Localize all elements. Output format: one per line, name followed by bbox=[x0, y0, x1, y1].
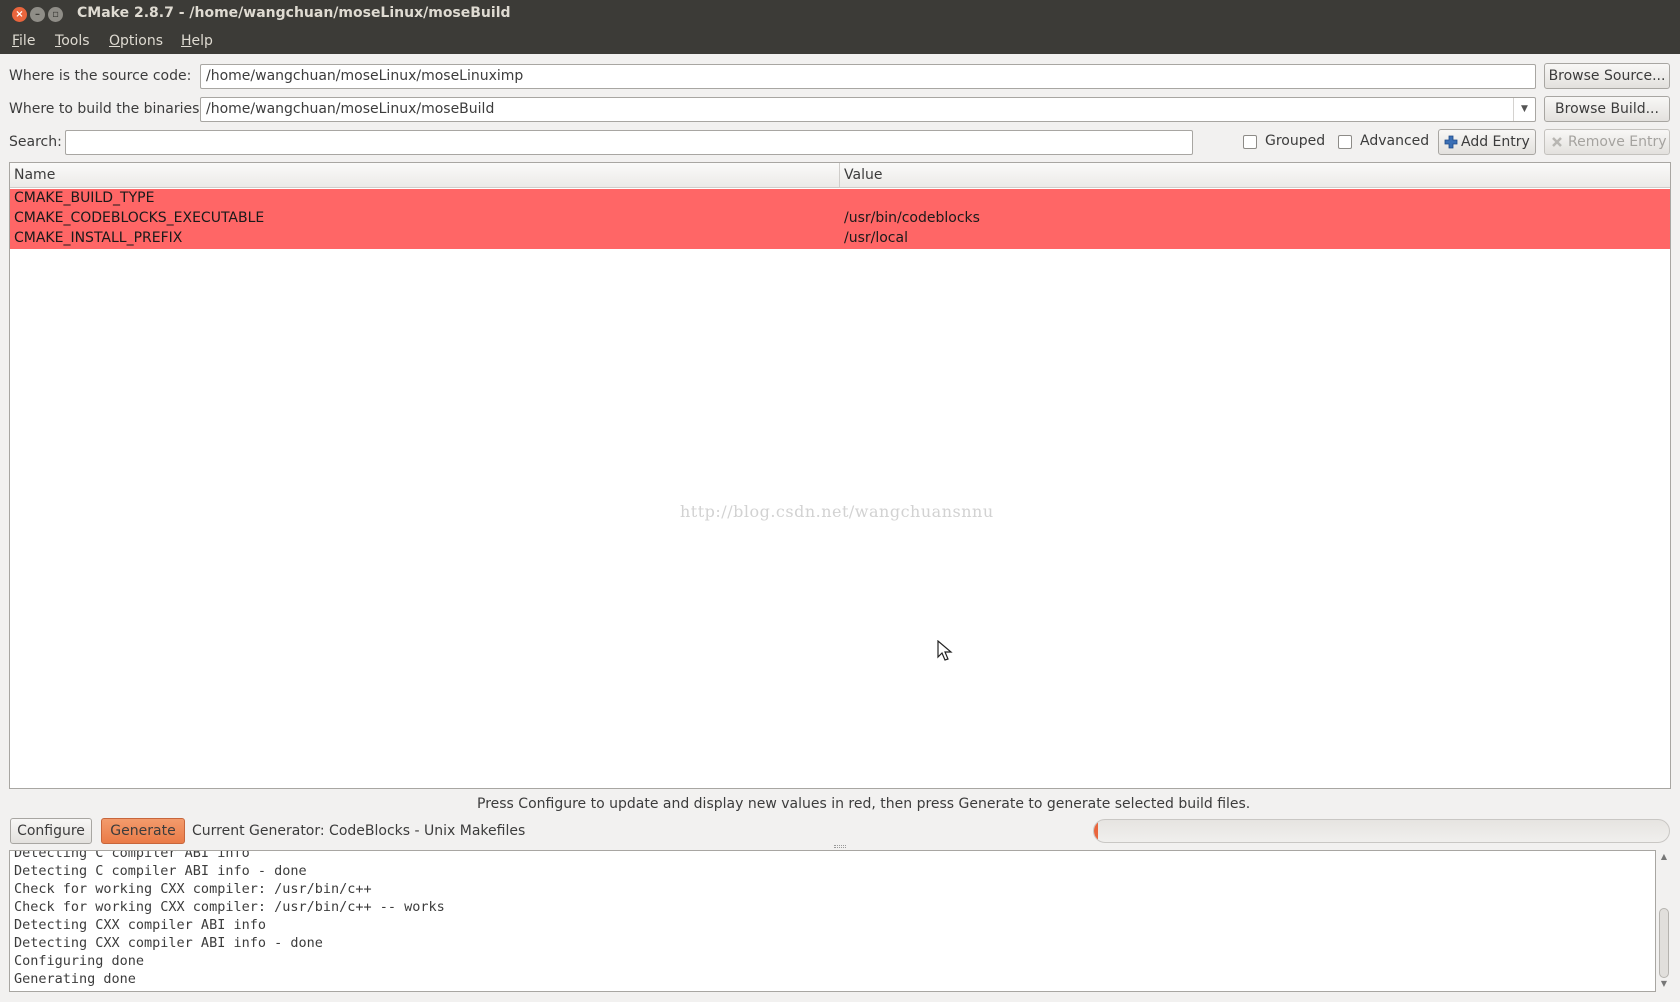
browse-source-button[interactable]: Browse Source... bbox=[1544, 63, 1670, 89]
menu-options[interactable]: Options bbox=[109, 33, 163, 49]
current-generator-text: Current Generator: CodeBlocks - Unix Mak… bbox=[192, 823, 526, 839]
search-input[interactable] bbox=[65, 130, 1193, 155]
advanced-checkbox[interactable] bbox=[1338, 135, 1352, 149]
row-name: CMAKE_CODEBLOCKS_EXECUTABLE bbox=[14, 210, 265, 226]
build-path-value: /home/wangchuan/moseLinux/moseBuild bbox=[206, 101, 495, 117]
column-divider[interactable] bbox=[839, 163, 840, 188]
menu-tools[interactable]: Tools bbox=[55, 33, 90, 49]
generate-button[interactable]: Generate bbox=[101, 818, 185, 844]
title-bar: × – ▫ CMake 2.8.7 - /home/wangchuan/mose… bbox=[0, 0, 1680, 28]
maximize-window-icon[interactable]: ▫ bbox=[48, 7, 63, 22]
search-label: Search: bbox=[9, 134, 62, 150]
scroll-down-icon[interactable]: ▼ bbox=[1658, 978, 1670, 990]
source-path-input[interactable]: /home/wangchuan/moseLinux/moseLinuximp bbox=[200, 64, 1536, 89]
menu-file[interactable]: File bbox=[12, 33, 35, 49]
log-line: Check for working CXX compiler: /usr/bin… bbox=[14, 881, 372, 897]
scrollbar-thumb[interactable] bbox=[1659, 908, 1669, 978]
hint-text: Press Configure to update and display ne… bbox=[477, 796, 1251, 812]
remove-entry-button[interactable]: Remove Entry bbox=[1544, 129, 1670, 155]
log-line: Detecting C compiler ABI info - done bbox=[14, 863, 307, 879]
progress-bar bbox=[1093, 819, 1670, 843]
progress-fill bbox=[1094, 820, 1098, 842]
menu-bar: File Tools Options Help bbox=[0, 28, 1680, 54]
log-line: Detecting CXX compiler ABI info - done bbox=[14, 935, 323, 951]
chevron-down-icon[interactable]: ▼ bbox=[1513, 98, 1535, 121]
cache-table[interactable]: Name Value CMAKE_BUILD_TYPE CMAKE_CODEBL… bbox=[9, 162, 1671, 789]
log-line: Configuring done bbox=[14, 953, 145, 969]
table-row[interactable]: CMAKE_INSTALL_PREFIX /usr/local bbox=[10, 229, 1670, 249]
splitter-handle[interactable] bbox=[834, 845, 846, 848]
grouped-checkbox[interactable] bbox=[1243, 135, 1257, 149]
output-scrollbar[interactable]: ▲ ▼ bbox=[1657, 850, 1671, 992]
remove-entry-label: Remove Entry bbox=[1568, 134, 1667, 150]
column-header-name[interactable]: Name bbox=[14, 167, 55, 183]
log-line: Detecting C compiler ABI info bbox=[14, 850, 250, 861]
minimize-window-icon[interactable]: – bbox=[30, 7, 45, 22]
log-line: Generating done bbox=[14, 971, 136, 987]
output-log[interactable]: Detecting C compiler ABI info Detecting … bbox=[9, 850, 1656, 992]
source-label: Where is the source code: bbox=[9, 68, 192, 84]
build-path-combo[interactable]: /home/wangchuan/moseLinux/moseBuild bbox=[200, 97, 1536, 122]
grouped-label: Grouped bbox=[1265, 133, 1326, 149]
configure-button[interactable]: Configure bbox=[10, 818, 92, 844]
row-value: /usr/local bbox=[844, 230, 908, 246]
browse-build-button[interactable]: Browse Build... bbox=[1544, 96, 1670, 122]
advanced-label: Advanced bbox=[1360, 133, 1430, 149]
add-entry-button[interactable]: Add Entry bbox=[1438, 129, 1536, 155]
row-name: CMAKE_BUILD_TYPE bbox=[14, 190, 155, 206]
log-line: Check for working CXX compiler: /usr/bin… bbox=[14, 899, 445, 915]
remove-icon bbox=[1552, 137, 1562, 147]
table-header: Name Value bbox=[10, 163, 1670, 188]
column-header-value[interactable]: Value bbox=[844, 167, 882, 183]
watermark-text: http://blog.csdn.net/wangchuansnnu bbox=[680, 502, 994, 521]
scroll-up-icon[interactable]: ▲ bbox=[1658, 851, 1670, 863]
mouse-pointer-icon bbox=[937, 640, 953, 661]
window-title: CMake 2.8.7 - /home/wangchuan/moseLinux/… bbox=[77, 5, 511, 21]
table-row[interactable]: CMAKE_BUILD_TYPE bbox=[10, 189, 1670, 209]
row-value: /usr/bin/codeblocks bbox=[844, 210, 980, 226]
build-label: Where to build the binaries: bbox=[9, 101, 205, 117]
close-window-icon[interactable]: × bbox=[12, 7, 27, 22]
table-row[interactable]: CMAKE_CODEBLOCKS_EXECUTABLE /usr/bin/cod… bbox=[10, 209, 1670, 229]
menu-help[interactable]: Help bbox=[181, 33, 213, 49]
row-name: CMAKE_INSTALL_PREFIX bbox=[14, 230, 183, 246]
log-line: Detecting CXX compiler ABI info bbox=[14, 917, 266, 933]
plus-icon bbox=[1444, 135, 1458, 149]
add-entry-label: Add Entry bbox=[1461, 134, 1530, 150]
